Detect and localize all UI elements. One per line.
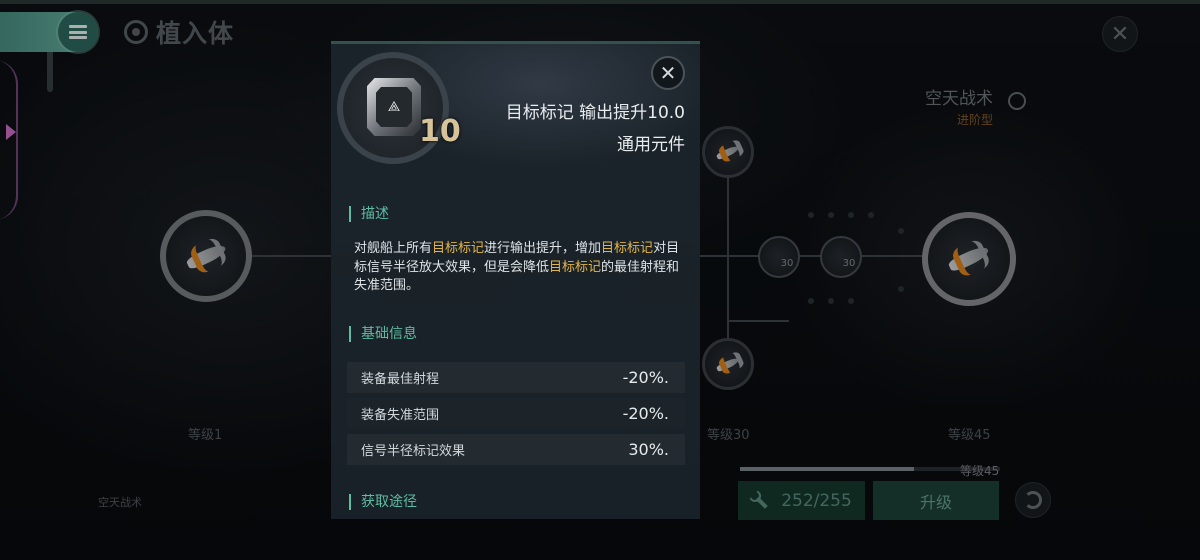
item-detail-modal: ⟁ 10 ✕ 目标标记 输出提升10.0 通用元件 描述 对舰船上所有目标标记进… [331,41,700,519]
stat-row: 装备最佳射程 -20%. [347,362,685,393]
stat-row: 装备失准范围 -20%. [347,398,685,429]
stat-value: -20%. [622,404,669,423]
close-icon: ✕ [659,61,677,85]
section-title-basic-info: 基础信息 [349,326,417,342]
desc-text: 进行输出提升，增加 [484,241,602,256]
modal-close-button[interactable]: ✕ [651,56,685,90]
stat-value: -20%. [622,368,669,387]
stat-label: 装备最佳射程 [361,372,440,387]
stat-value: 30%. [628,440,669,459]
item-type: 通用元件 [617,135,685,155]
section-title-source: 获取途径 [349,494,417,510]
stat-row: 信号半径标记效果 30%. [347,434,685,465]
section-title-description: 描述 [349,206,389,222]
desc-text: 对舰船上所有 [354,241,433,256]
desc-keyword: 目标标记 [601,241,654,256]
target-marker-chip-icon: ⟁ [367,78,421,136]
desc-keyword: 目标标记 [432,241,485,256]
item-name: 目标标记 输出提升10.0 [505,103,685,123]
game-screen: 植入体 ✕ 30 30 等级1 等级30 等级45 空天战术 空天战术 进阶型 [0,0,1200,560]
desc-keyword: 目标标记 [549,259,602,275]
stat-label: 信号半径标记效果 [361,444,466,459]
item-level: 10 [419,114,461,149]
stat-label: 装备失准范围 [361,408,440,423]
item-description: 对舰船上所有目标标记进行输出提升，增加目标标记对目标信号半径放大效果，但是会降低… [354,240,680,296]
